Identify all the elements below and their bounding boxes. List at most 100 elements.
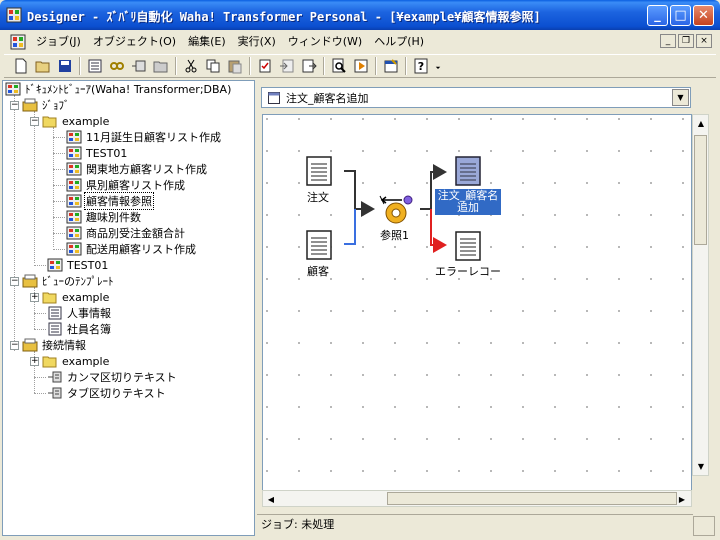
- job-icon: [66, 146, 82, 160]
- tree-jobs[interactable]: − ｼﾞｮﾌﾞ: [10, 97, 71, 113]
- error-node-label[interactable]: エラーレコード: [435, 263, 501, 279]
- customer-table-icon[interactable]: [306, 230, 332, 260]
- tree-job-item[interactable]: 県別顧客リスト作成: [66, 177, 186, 193]
- job-icon: [66, 210, 82, 224]
- lookup-gear-icon[interactable]: [378, 193, 418, 225]
- close-button[interactable]: ✕: [693, 5, 714, 26]
- lookup-node-label[interactable]: 参照1: [380, 227, 409, 243]
- collapse-toggle[interactable]: −: [10, 340, 19, 350]
- save-icon: [59, 60, 71, 72]
- tree-job-item[interactable]: TEST01: [47, 257, 109, 273]
- scroll-right-arrow[interactable]: ▶: [675, 492, 689, 506]
- dropdown-arrow-icon: [435, 66, 441, 69]
- tree-root[interactable]: ﾄﾞｷｭﾒﾝﾄﾋﾞｭｰｱ(Waha! Transformer;DBA): [5, 81, 232, 97]
- tree-job-label: TEST01: [86, 146, 128, 160]
- folder-button[interactable]: [150, 55, 172, 77]
- job-icon: [66, 178, 82, 192]
- tree-job-item-selected[interactable]: 顧客情報参照: [66, 192, 154, 210]
- document-view-button[interactable]: [84, 55, 106, 77]
- tree-connections[interactable]: − 接続情報: [10, 337, 87, 353]
- job-cabinet-icon: [22, 98, 38, 112]
- error-table-icon[interactable]: [455, 231, 481, 261]
- tree-template-item[interactable]: 人事情報: [47, 305, 112, 321]
- tree-job-item[interactable]: TEST01: [66, 145, 128, 161]
- job-canvas[interactable]: 注文 顧客 参照1 注文_顧客名 追加 エラーレコー: [262, 114, 692, 494]
- new-button[interactable]: [10, 55, 32, 77]
- order-table-icon[interactable]: [306, 156, 332, 186]
- collapse-toggle[interactable]: −: [10, 276, 19, 286]
- menu-object[interactable]: オブジェクト(O): [87, 33, 182, 51]
- toolbar-overflow-button[interactable]: [432, 55, 444, 77]
- menu-edit[interactable]: 編集(E): [182, 33, 232, 51]
- output-node-label[interactable]: 注文_顧客名 追加: [435, 189, 501, 215]
- tree-connections-folder[interactable]: + example: [30, 353, 110, 369]
- paste-button[interactable]: [224, 55, 246, 77]
- tree-job-item[interactable]: 関東地方顧客リスト作成: [66, 161, 208, 177]
- output-node-label-line2: 追加: [457, 201, 479, 214]
- menu-job[interactable]: ジョブ(J): [30, 33, 87, 51]
- tree-templates[interactable]: − ﾋﾞｭｰのﾃﾝﾌﾟﾚｰﾄ: [10, 273, 115, 289]
- status-text: ジョブ: 未処理: [261, 518, 335, 531]
- document-icon[interactable]: [10, 34, 26, 50]
- import-button[interactable]: [276, 55, 298, 77]
- checklist-icon: [259, 59, 271, 73]
- cut-button[interactable]: [180, 55, 202, 77]
- document-tree[interactable]: ﾄﾞｷｭﾒﾝﾄﾋﾞｭｰｱ(Waha! Transformer;DBA) − ｼﾞ…: [2, 80, 255, 536]
- tree-templates-folder[interactable]: + example: [30, 289, 110, 305]
- preview-button[interactable]: [328, 55, 350, 77]
- tree-job-item[interactable]: 商品別受注金額合計: [66, 225, 186, 241]
- minimize-button[interactable]: _: [647, 5, 668, 26]
- save-button[interactable]: [54, 55, 76, 77]
- document-selector[interactable]: 注文_顧客名追加 ▼: [261, 87, 691, 108]
- help-button[interactable]: ?: [410, 55, 432, 77]
- maximize-button[interactable]: □: [670, 5, 691, 26]
- scroll-down-arrow[interactable]: ▼: [694, 459, 708, 473]
- vertical-scrollbar[interactable]: ▲ ▼: [692, 114, 709, 476]
- scissors-icon: [185, 59, 197, 73]
- menu-window[interactable]: ウィンドウ(W): [282, 33, 368, 51]
- tree-job-item[interactable]: 趣味別件数: [66, 209, 142, 225]
- tree-connections-label: 接続情報: [42, 339, 86, 352]
- expand-toggle[interactable]: +: [30, 356, 39, 366]
- job-icon: [47, 258, 63, 272]
- copy-button[interactable]: [202, 55, 224, 77]
- mdi-close-button[interactable]: ×: [696, 34, 712, 48]
- document-view-icon: [268, 91, 280, 104]
- collapse-toggle[interactable]: −: [10, 100, 19, 110]
- tree-job-item[interactable]: 配送用顧客リスト作成: [66, 241, 197, 257]
- tree-template-item[interactable]: 社員名簿: [47, 321, 112, 337]
- component-button[interactable]: [128, 55, 150, 77]
- tree-job-label: 趣味別件数: [86, 211, 141, 224]
- tree-connection-item[interactable]: タブ区切りテキスト: [47, 385, 167, 401]
- collapse-toggle[interactable]: −: [30, 116, 39, 126]
- menu-help[interactable]: ヘルプ(H): [368, 33, 430, 51]
- customer-node-label[interactable]: 顧客: [307, 263, 329, 279]
- tree-job-item[interactable]: 11月誕生日顧客リスト作成: [66, 129, 222, 145]
- mdi-restore-button[interactable]: ❐: [678, 34, 694, 48]
- component-icon: [132, 60, 146, 72]
- horizontal-scroll-thumb[interactable]: [387, 492, 677, 505]
- export-button[interactable]: [298, 55, 320, 77]
- menu-run[interactable]: 実行(X): [232, 33, 282, 51]
- mdi-minimize-button[interactable]: _: [660, 34, 676, 48]
- scroll-up-arrow[interactable]: ▲: [694, 116, 708, 130]
- tree-jobs-folder[interactable]: − example: [30, 113, 110, 129]
- dropdown-arrow-button[interactable]: ▼: [672, 89, 689, 106]
- check-button[interactable]: [254, 55, 276, 77]
- expand-toggle[interactable]: +: [30, 292, 39, 302]
- tree-folder-label: example: [62, 114, 110, 128]
- vertical-scroll-thumb[interactable]: [694, 135, 707, 245]
- export-icon: [302, 59, 317, 73]
- open-button[interactable]: [32, 55, 54, 77]
- connection-button[interactable]: [106, 55, 128, 77]
- order-node-label[interactable]: 注文: [307, 189, 329, 205]
- open-folder-icon: [35, 61, 50, 73]
- tree-folder-label: example: [62, 354, 110, 368]
- output-table-icon[interactable]: [455, 156, 481, 186]
- properties-button[interactable]: [380, 55, 402, 77]
- horizontal-scrollbar[interactable]: ◀ ▶: [262, 490, 692, 507]
- tree-connection-item[interactable]: カンマ区切りテキスト: [47, 369, 178, 385]
- run-button[interactable]: [350, 55, 372, 77]
- scroll-left-arrow[interactable]: ◀: [264, 492, 278, 506]
- tree-connection-label: カンマ区切りテキスト: [67, 371, 177, 384]
